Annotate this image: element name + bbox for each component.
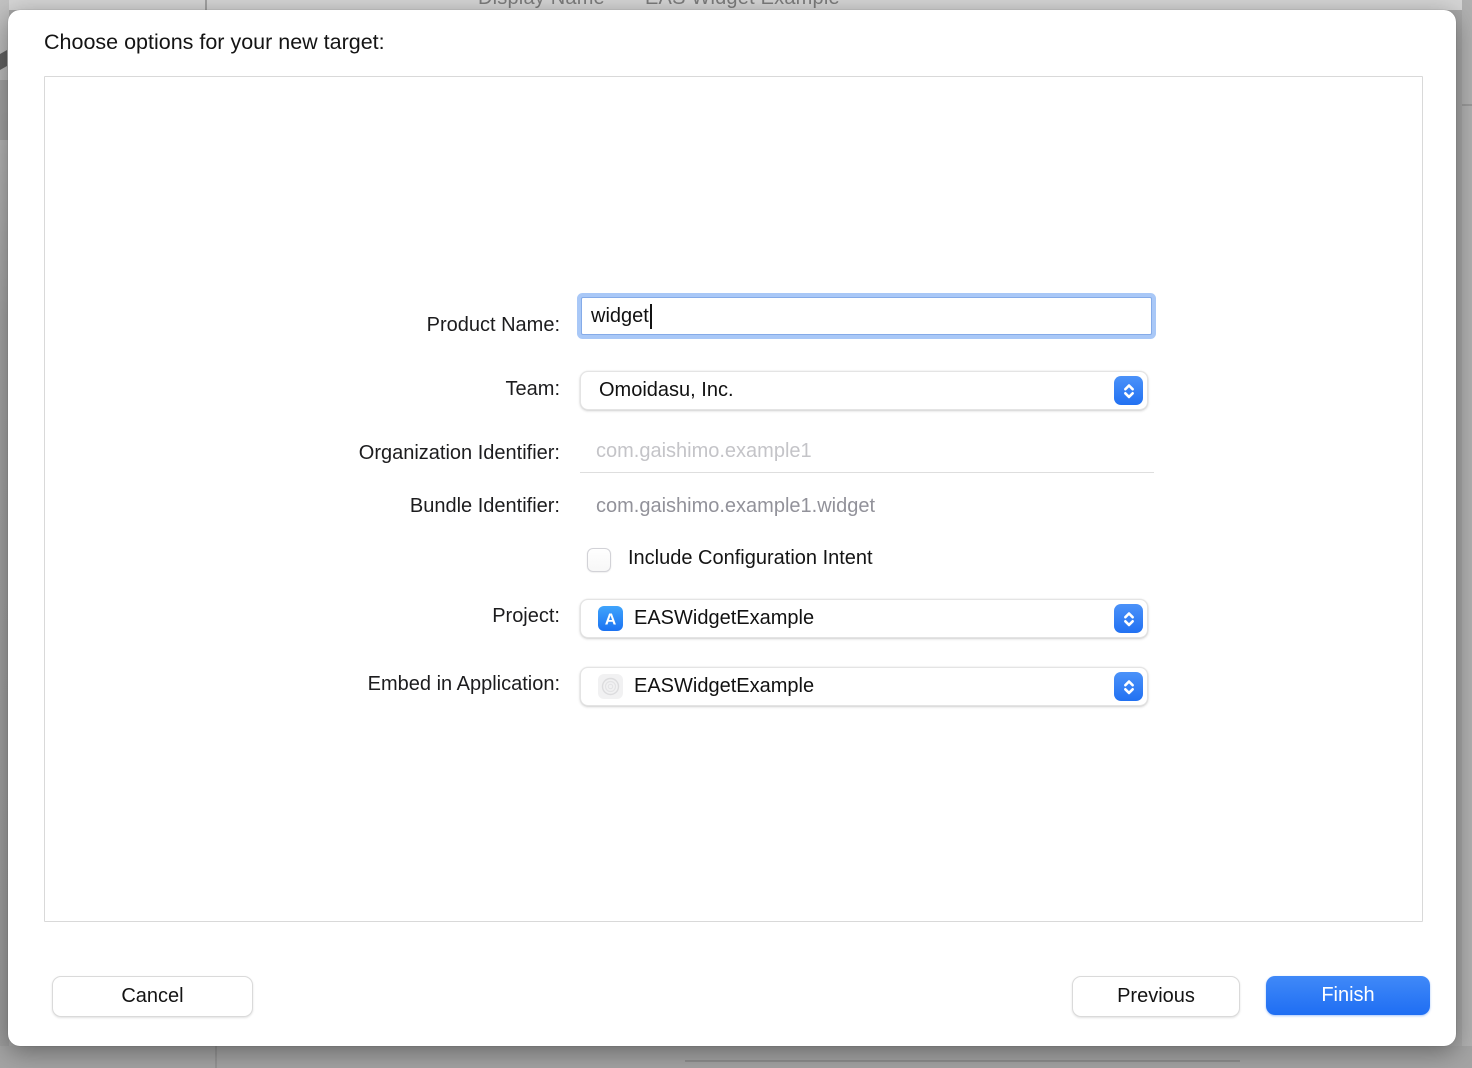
obscured-display-name-label: Display Name [478, 0, 605, 10]
team-label: Team: [98, 378, 560, 401]
project-label: Project: [98, 605, 560, 628]
svg-text:A: A [605, 612, 617, 629]
organization-identifier-placeholder: com.gaishimo.example1 [596, 440, 812, 463]
background-artifact [215, 1046, 217, 1068]
product-name-input[interactable]: widget [581, 297, 1152, 335]
background-artifact [0, 50, 7, 70]
team-dropdown[interactable]: Omoidasu, Inc. [580, 371, 1148, 410]
new-target-options-dialog: Choose options for your new target: Prod… [8, 10, 1456, 1046]
organization-identifier-label: Organization Identifier: [98, 442, 560, 465]
product-name-label: Product Name: [98, 314, 560, 337]
background-artifact [1462, 104, 1472, 106]
background-divider-line [205, 0, 207, 10]
embed-in-application-dropdown[interactable]: EASWidgetExample [580, 667, 1148, 706]
team-selected-value: Omoidasu, Inc. [599, 379, 734, 402]
background-window-right-edge [1462, 0, 1472, 1068]
background-artifact [0, 80, 8, 140]
background-window-top-edge: Display Name EAS Widget Example [0, 0, 1472, 10]
background-artifact [685, 1060, 1240, 1062]
include-configuration-intent-checkbox[interactable] [587, 548, 611, 572]
obscured-display-name-value: EAS Widget Example [645, 0, 840, 10]
chevron-up-down-icon [1114, 604, 1143, 633]
text-cursor [650, 304, 652, 329]
chevron-up-down-icon [1114, 672, 1143, 701]
background-window-bottom-edge [0, 1046, 1472, 1068]
bundle-identifier-label: Bundle Identifier: [98, 495, 560, 518]
embed-in-application-label: Embed in Application: [98, 673, 560, 696]
dialog-title: Choose options for your new target: [44, 30, 385, 55]
app-placeholder-icon [597, 673, 624, 700]
xcode-project-icon: A [597, 605, 624, 632]
previous-button[interactable]: Previous [1072, 976, 1240, 1017]
screen: Display Name EAS Widget Example Choose o… [0, 0, 1472, 1068]
organization-identifier-input[interactable]: com.gaishimo.example1 [580, 434, 1154, 473]
finish-button[interactable]: Finish [1266, 976, 1430, 1015]
product-name-value: widget [591, 305, 649, 328]
embed-selected-value: EASWidgetExample [634, 675, 814, 698]
project-dropdown[interactable]: A EASWidgetExample [580, 599, 1148, 638]
chevron-up-down-icon [1114, 376, 1143, 405]
include-configuration-intent-label: Include Configuration Intent [628, 547, 873, 570]
project-selected-value: EASWidgetExample [634, 607, 814, 630]
bundle-identifier-value: com.gaishimo.example1.widget [596, 495, 875, 518]
cancel-button[interactable]: Cancel [52, 976, 253, 1017]
